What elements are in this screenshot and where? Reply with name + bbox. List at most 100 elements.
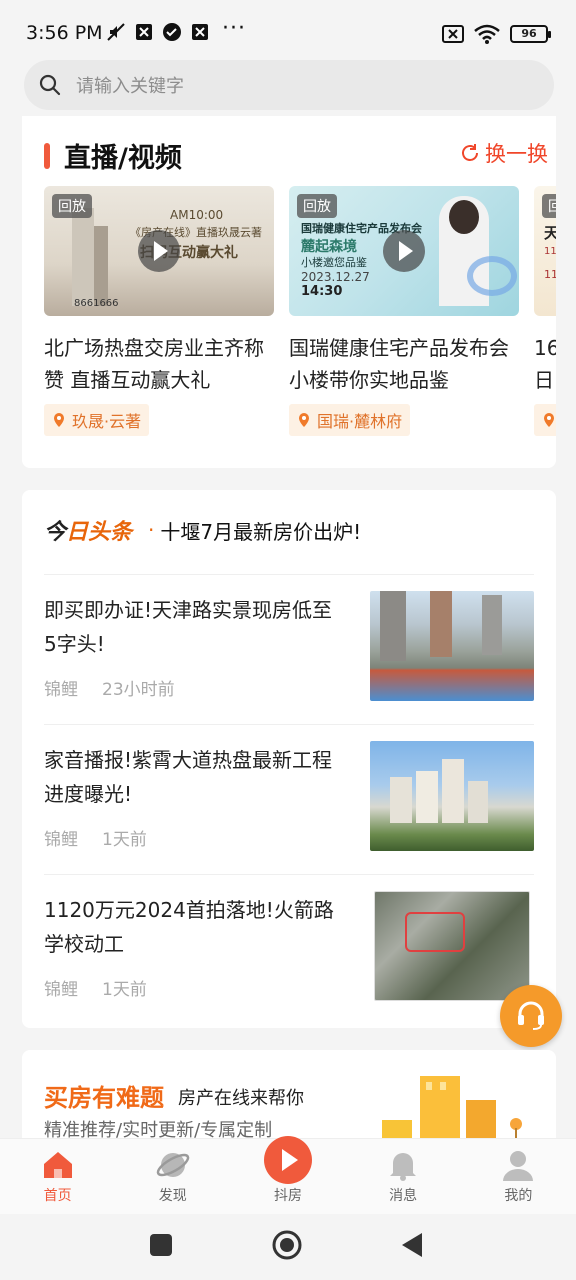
news-meta: 锦鲤 1天前 (44, 825, 147, 850)
presenter-figure (449, 200, 479, 234)
video-item[interactable]: 天津路 11月房产 11/16 回放 16日11月 泰 (534, 186, 556, 436)
ribbon-graphic (467, 256, 517, 296)
search-bar[interactable]: 请输入关键字 (24, 60, 554, 110)
home-nav-icon[interactable] (272, 1230, 302, 1260)
app-notification-icon (192, 24, 208, 40)
thumb-text: 麓起森境 (301, 239, 357, 255)
news-title[interactable]: 即买即办证!天津路实景现房低至5字头! (44, 593, 344, 661)
search-icon (39, 74, 61, 96)
system-nav-bar (0, 1214, 576, 1280)
building-graphic (416, 771, 438, 823)
play-icon[interactable] (138, 230, 180, 272)
tab-label: 我的 (504, 1188, 533, 1204)
news-time: 23小时前 (102, 680, 175, 700)
video-item[interactable]: 国瑞健康住宅产品发布会 麓起森境 小楼邀您品鉴 2023.12.27 14:30… (289, 186, 519, 436)
thumb-text: AM10:00 (170, 208, 224, 222)
status-bar: 3:56 PM ··· 96 (0, 0, 576, 64)
tab-profile[interactable]: 我的 (461, 1139, 576, 1214)
status-time: 3:56 PM (26, 22, 103, 44)
building-graphic (430, 591, 452, 657)
recent-apps-icon[interactable] (150, 1234, 172, 1256)
live-section-header: 直播/视频 (44, 136, 182, 175)
refresh-label: 换一换 (485, 142, 548, 166)
video-item[interactable]: AM10:00 《房产在线》直播玖晟云著 扫码互动赢大礼 8661666 回放 … (44, 186, 274, 436)
video-thumbnail[interactable]: AM10:00 《房产在线》直播玖晟云著 扫码互动赢大礼 8661666 回放 (44, 186, 274, 316)
user-icon (503, 1151, 534, 1181)
location-pin-icon (299, 413, 309, 427)
replay-badge: 回放 (542, 194, 556, 218)
project-tag-label: 国瑞·麓林府 (317, 412, 403, 431)
news-title[interactable]: 1120万元2024首拍落地!火箭路学校动工 (44, 893, 344, 961)
video-thumbnail[interactable]: 国瑞健康住宅产品发布会 麓起森境 小楼邀您品鉴 2023.12.27 14:30… (289, 186, 519, 316)
news-source: 锦鲤 (44, 680, 78, 700)
bell-icon (390, 1153, 417, 1181)
news-title[interactable]: 家音播报!紫霄大道热盘最新工程进度曝光! (44, 743, 344, 811)
thumb-text: 2023.12.27 (301, 270, 370, 284)
news-header[interactable]: 今日头条 · 十堰7月最新房价出炉! (44, 514, 361, 546)
tab-home[interactable]: 首页 (0, 1139, 115, 1214)
video-title[interactable]: 16日11月 (534, 332, 556, 396)
tab-video-house[interactable]: 抖房 (230, 1136, 345, 1214)
wifi-icon (474, 24, 500, 44)
scrolling-headline[interactable]: 十堰7月最新房价出炉! (160, 516, 361, 545)
building-graphic (94, 226, 108, 306)
building-graphic (380, 591, 406, 661)
news-list-item[interactable]: 即买即办证!天津路实景现房低至5字头! 锦鲤 23小时前 (44, 574, 534, 724)
project-tag[interactable]: 国瑞·麓林府 (289, 404, 411, 436)
promo-title: 买房有难题 (44, 1084, 164, 1112)
customer-service-button[interactable] (500, 985, 562, 1047)
live-video-card: 直播/视频 换一换 AM10:00 《房产在线》直播玖晟云著 扫码互动赢大礼 8… (22, 116, 556, 468)
video-carousel[interactable]: AM10:00 《房产在线》直播玖晟云著 扫码互动赢大礼 8661666 回放 … (44, 186, 556, 446)
building-graphic (390, 777, 412, 823)
tab-label: 首页 (43, 1188, 72, 1204)
mute-icon (107, 23, 125, 41)
news-thumbnail[interactable] (370, 741, 534, 851)
news-thumbnail[interactable] (374, 891, 530, 1001)
video-thumbnail[interactable]: 天津路 11月房产 11/16 回放 (534, 186, 556, 316)
building-graphic (72, 208, 94, 306)
tab-label: 消息 (389, 1188, 418, 1204)
news-meta: 锦鲤 23小时前 (44, 675, 175, 700)
bullet-dot: · (148, 518, 155, 542)
today-headline-logo: 今日头条 (44, 514, 140, 546)
notification-icons (106, 22, 210, 42)
news-source: 锦鲤 (44, 980, 78, 1000)
news-thumbnail[interactable] (370, 591, 534, 701)
more-notifications-icon: ··· (222, 16, 246, 41)
search-placeholder[interactable]: 请输入关键字 (76, 72, 184, 98)
building-graphic (482, 595, 502, 655)
replay-badge: 回放 (297, 194, 337, 218)
map-outline (405, 912, 465, 952)
replay-badge: 回放 (52, 194, 92, 218)
tab-discover[interactable]: 发现 (115, 1139, 230, 1214)
planet-icon (156, 1153, 190, 1177)
sim-off-icon (442, 25, 464, 43)
thumb-text: 11/16 (544, 268, 556, 281)
app-notification-icon (136, 24, 152, 40)
project-tag[interactable]: 玖晟·云著 (44, 404, 150, 436)
tab-messages[interactable]: 消息 (346, 1139, 461, 1214)
section-accent-bar (44, 142, 50, 169)
tab-label: 抖房 (273, 1188, 302, 1204)
thumb-text: 14:30 (301, 284, 343, 299)
location-pin-icon (544, 413, 554, 427)
refresh-icon (462, 144, 478, 161)
thumb-text: 11月房产 (544, 246, 556, 257)
video-title[interactable]: 国瑞健康住宅产品发布会 小楼带你实地品鉴 (289, 332, 519, 396)
logo-prefix: 今 (44, 520, 67, 545)
news-time: 1天前 (102, 980, 147, 1000)
play-icon[interactable] (383, 230, 425, 272)
refresh-button[interactable]: 换一换 (459, 138, 548, 168)
headline-news-card: 今日头条 · 十堰7月最新房价出炉! 即买即办证!天津路实景现房低至5字头! 锦… (22, 490, 556, 1028)
system-icons: 96 (442, 24, 551, 44)
battery-icon: 96 (510, 25, 551, 43)
news-list-item[interactable]: 1120万元2024首拍落地!火箭路学校动工 锦鲤 1天前 (44, 874, 534, 1024)
location-pin-icon (54, 413, 64, 427)
video-title[interactable]: 北广场热盘交房业主齐称赞 直播互动赢大礼 (44, 332, 274, 396)
back-nav-icon[interactable] (402, 1233, 424, 1257)
project-tag[interactable]: 泰 (534, 404, 556, 436)
logo-highlight: 日头条 (66, 520, 133, 545)
bottom-tab-bar: 首页 发现 抖房 消息 我的 (0, 1136, 576, 1214)
news-list-item[interactable]: 家音播报!紫霄大道热盘最新工程进度曝光! 锦鲤 1天前 (44, 724, 534, 874)
news-meta: 锦鲤 1天前 (44, 975, 147, 1000)
